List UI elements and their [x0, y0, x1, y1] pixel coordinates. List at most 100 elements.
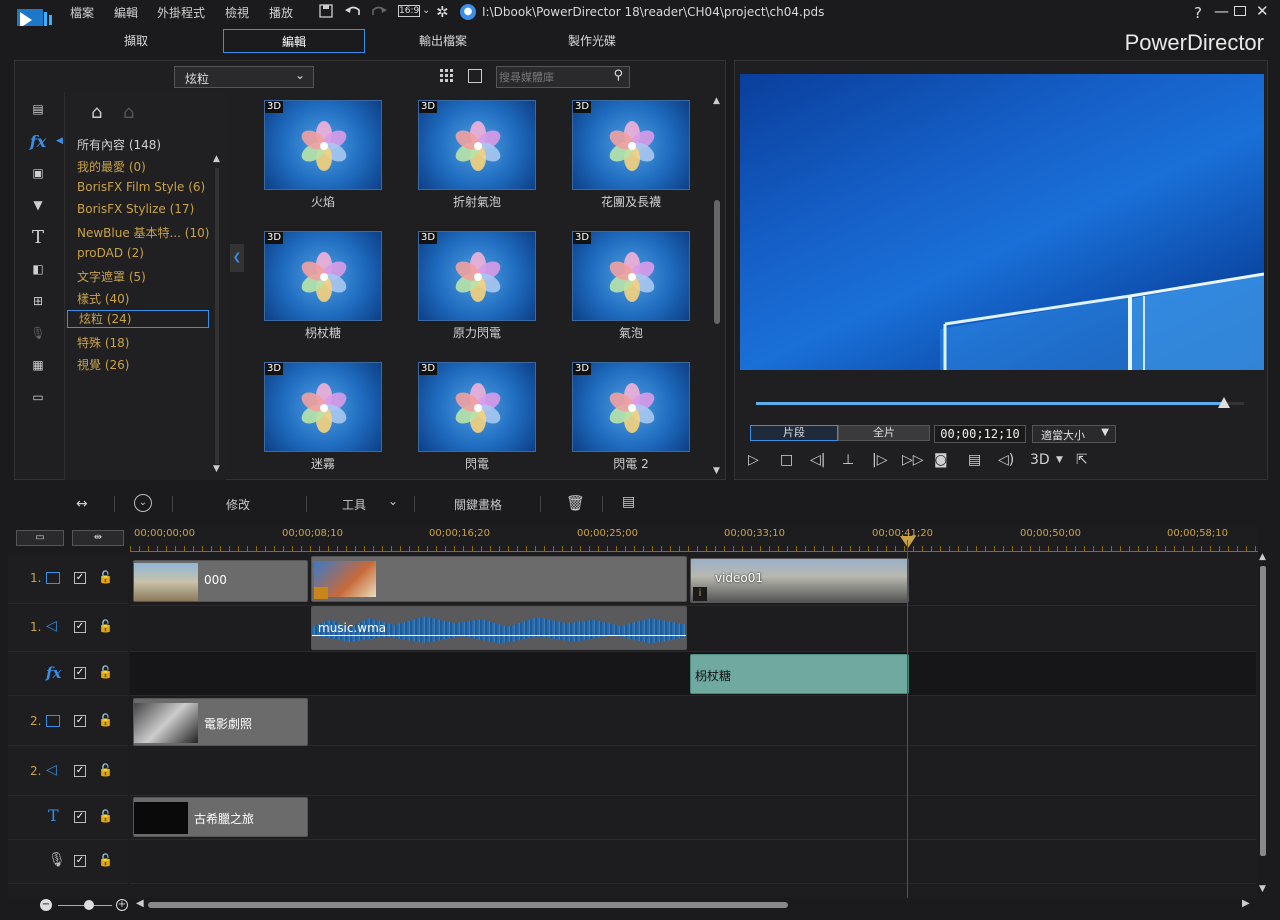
menu-play[interactable]: 播放: [269, 4, 293, 21]
close-icon[interactable]: ✕: [1256, 2, 1269, 20]
track-enable-checkbox[interactable]: ✓: [74, 765, 86, 777]
particle-room-icon[interactable]: ▼: [26, 194, 50, 216]
grid-view-icon[interactable]: [440, 69, 454, 83]
add-tag-icon[interactable]: ⌂: [91, 102, 102, 123]
timecode-display[interactable]: 00;00;12;10: [934, 425, 1026, 443]
search-icon[interactable]: ⚲: [613, 68, 623, 83]
category-item[interactable]: NewBlue 基本特... (10): [77, 224, 209, 241]
horizontal-scrollbar-thumb[interactable]: [148, 902, 788, 908]
pip-objects-icon[interactable]: ▣: [26, 162, 50, 184]
voiceover-icon[interactable]: 🎙: [26, 322, 50, 344]
media-room-icon[interactable]: ▤: [26, 98, 50, 120]
category-item[interactable]: 特殊 (18): [77, 334, 129, 351]
fit-dropdown[interactable]: 適當大小 ▼: [1032, 425, 1116, 443]
category-item-selected[interactable]: 炫粒 (24): [67, 310, 209, 328]
category-item[interactable]: BorisFX Film Style (6): [77, 180, 205, 194]
timeline-scroll-down[interactable]: ▼: [1259, 884, 1266, 894]
lock-icon[interactable]: 🔓: [98, 809, 113, 823]
remove-tag-icon[interactable]: ⌂: [123, 102, 134, 123]
clip-menu-icon[interactable]: ▤: [622, 494, 635, 510]
timeline-clip[interactable]: 古希臘之旅: [133, 797, 308, 837]
split-icon[interactable]: ⊥: [842, 452, 854, 468]
options-icon[interactable]: ⌄: [134, 494, 152, 512]
timeline-clip[interactable]: music.wma: [311, 606, 687, 650]
effect-thumbnail[interactable]: 3D: [418, 231, 536, 321]
chapter-room-icon[interactable]: ▦: [26, 354, 50, 376]
lock-icon[interactable]: 🔓: [98, 619, 113, 633]
collapse-panel-button[interactable]: ❮: [230, 244, 244, 272]
minimize-icon[interactable]: —: [1214, 2, 1229, 20]
effect-thumbnail[interactable]: 3D: [418, 362, 536, 452]
timeline-clip[interactable]: 電影劇照: [133, 698, 308, 746]
help-button[interactable]: ?: [1194, 4, 1202, 22]
timeline-clip[interactable]: 枴杖糖: [690, 654, 909, 694]
subtitle-room-icon[interactable]: ▭: [26, 386, 50, 408]
lock-icon[interactable]: 🔓: [98, 763, 113, 777]
category-item[interactable]: proDAD (2): [77, 246, 144, 260]
undo-icon[interactable]: [344, 3, 362, 19]
timeline-scrollbar-thumb[interactable]: [1260, 566, 1266, 856]
account-icon[interactable]: ●: [460, 4, 476, 20]
previous-frame-icon[interactable]: ◁|: [810, 452, 825, 468]
timeline-clip[interactable]: i video01: [690, 558, 909, 603]
category-scroll-down[interactable]: ▼: [213, 464, 220, 474]
split-tracks-icon[interactable]: ↔: [76, 496, 88, 512]
effects-scroll-up[interactable]: ▲: [713, 96, 720, 106]
effect-thumbnail[interactable]: 3D: [264, 100, 382, 190]
modify-button[interactable]: 修改: [226, 496, 250, 513]
scroll-left-icon[interactable]: ◀: [136, 898, 144, 909]
lock-icon[interactable]: 🔓: [98, 713, 113, 727]
expand-icon[interactable]: [468, 69, 482, 83]
track-enable-checkbox[interactable]: ✓: [74, 855, 86, 867]
track-audio-1[interactable]: [130, 606, 1256, 652]
next-frame-icon[interactable]: |▷: [872, 452, 887, 468]
lock-icon[interactable]: 🔓: [98, 665, 113, 679]
menu-view[interactable]: 檢視: [225, 4, 249, 21]
tab-capture[interactable]: 擷取: [72, 29, 200, 53]
keyframe-button[interactable]: 關鍵畫格: [454, 496, 502, 513]
library-dropdown[interactable]: 炫粒 ⌄: [174, 66, 314, 88]
preview-scrubber-handle[interactable]: [1218, 397, 1231, 408]
effects-scrollbar-thumb[interactable]: [714, 200, 720, 324]
chevron-down-icon[interactable]: ⌄: [422, 5, 430, 16]
undock-icon[interactable]: ⇱: [1076, 452, 1088, 468]
tab-edit[interactable]: 編輯: [223, 29, 365, 53]
title-room-icon[interactable]: T: [26, 226, 50, 248]
preview-scrubber[interactable]: [756, 397, 1244, 408]
category-item[interactable]: BorisFX Stylize (17): [77, 202, 194, 216]
volume-icon[interactable]: ◁): [998, 452, 1014, 468]
delete-icon[interactable]: 🗑: [566, 494, 585, 512]
fx-room-icon[interactable]: fx: [26, 130, 50, 152]
search-input[interactable]: [499, 69, 603, 85]
movie-mode-button[interactable]: 全片: [838, 425, 930, 441]
track-enable-checkbox[interactable]: ✓: [74, 715, 86, 727]
effect-thumbnail[interactable]: 3D: [572, 231, 690, 321]
audio-mixing-icon[interactable]: ⊞: [26, 290, 50, 312]
restore-icon[interactable]: [1234, 6, 1246, 16]
effect-thumbnail[interactable]: 3D: [264, 362, 382, 452]
effect-thumbnail[interactable]: 3D: [572, 100, 690, 190]
fast-forward-icon[interactable]: ▷▷: [902, 452, 924, 468]
tab-create-disc[interactable]: 製作光碟: [528, 29, 656, 53]
play-icon[interactable]: ▷: [748, 452, 759, 468]
tools-button[interactable]: 工具: [342, 496, 366, 513]
settings-gear-icon[interactable]: ✲: [436, 3, 449, 21]
redo-icon[interactable]: [370, 3, 388, 19]
effect-thumbnail[interactable]: 3D: [264, 231, 382, 321]
transition-room-icon[interactable]: ◧: [26, 258, 50, 280]
effect-thumbnail[interactable]: 3D: [418, 100, 536, 190]
snapshot-icon[interactable]: ◙: [934, 452, 948, 468]
timeline-scroll-up[interactable]: ▲: [1259, 552, 1266, 562]
category-item[interactable]: 我的最愛 (0): [77, 158, 146, 175]
track-enable-checkbox[interactable]: ✓: [74, 621, 86, 633]
effect-thumbnail[interactable]: 3D: [572, 362, 690, 452]
aspect-ratio-button[interactable]: 16:9: [398, 5, 420, 17]
track-enable-checkbox[interactable]: ✓: [74, 667, 86, 679]
library-search[interactable]: ⚲: [496, 66, 630, 88]
timeline-clip[interactable]: 000: [133, 560, 308, 602]
zoom-slider-handle[interactable]: [84, 900, 94, 910]
timeline-clip[interactable]: [311, 556, 687, 602]
menu-plugins[interactable]: 外掛程式: [157, 4, 205, 21]
category-item[interactable]: 樣式 (40): [77, 290, 129, 307]
category-scrollbar[interactable]: [215, 168, 219, 464]
